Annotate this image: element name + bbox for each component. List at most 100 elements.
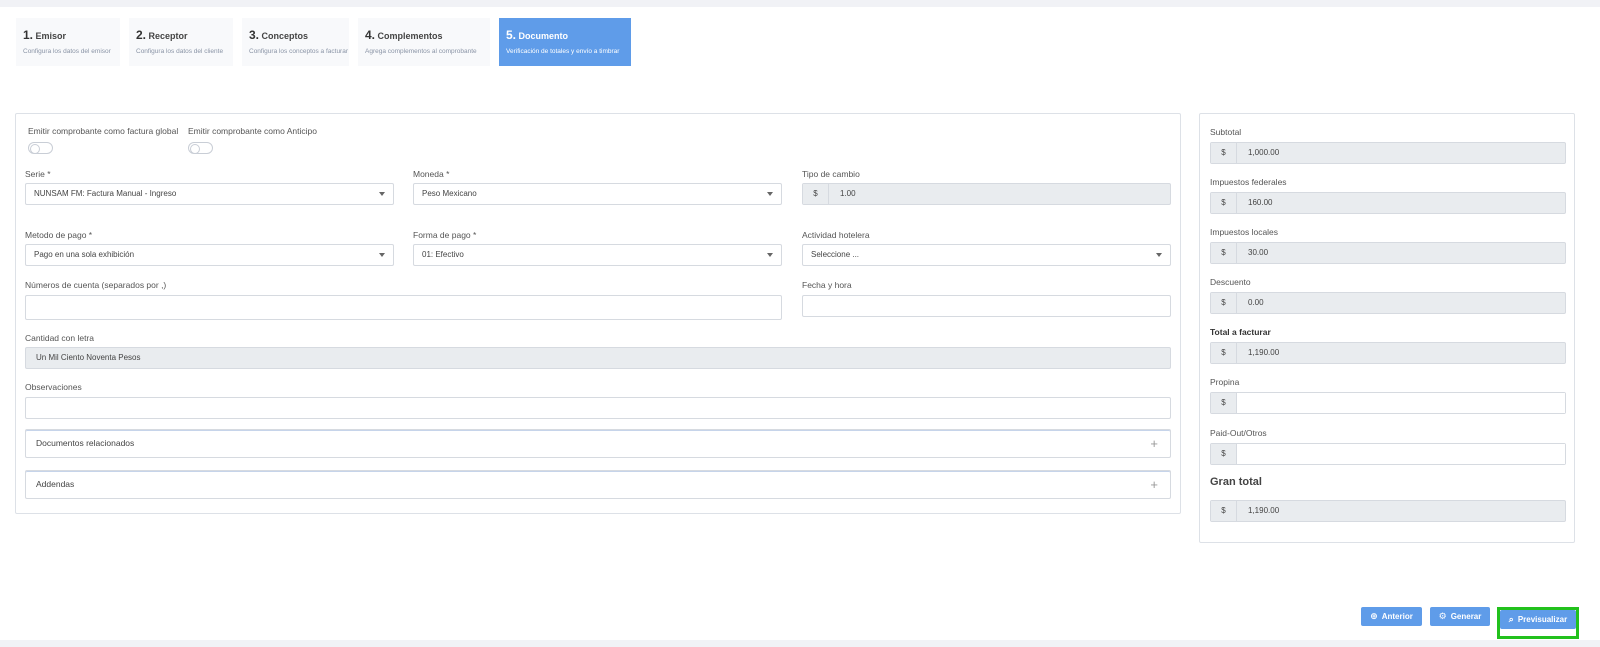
currency-symbol: $ (1211, 393, 1237, 413)
anterior-button[interactable]: ⊕ Anterior (1361, 607, 1422, 626)
toggle-global-switch[interactable] (28, 142, 53, 154)
step-subtitle: Verificación de totales y envío a timbra… (506, 48, 620, 55)
paid-out-value[interactable] (1237, 444, 1565, 464)
button-label: Anterior (1381, 612, 1413, 621)
documentos-relacionados-accordion[interactable]: Documentos relacionados + (25, 429, 1171, 458)
page: 1. Emisor Configura los datos del emisor… (0, 7, 1600, 640)
highlight-box (1497, 607, 1579, 639)
total-facturar-label: Total a facturar (1210, 327, 1271, 337)
chevron-down-icon (1156, 253, 1162, 257)
forma-label: Forma de pago * (413, 230, 477, 240)
metodo-value: Pago en una sola exhibición (34, 250, 135, 259)
arrow-left-circle-icon: ⊕ (1370, 611, 1378, 621)
forma-select[interactable]: 01: Efectivo (413, 244, 782, 266)
currency-symbol: $ (1211, 143, 1237, 163)
step-subtitle: Configura los datos del cliente (136, 48, 224, 55)
cuentas-input[interactable] (25, 295, 782, 320)
paid-out-input[interactable]: $ (1210, 443, 1566, 465)
toggle-anticipo-label: Emitir comprobante como Anticipo (188, 126, 317, 136)
fecha-input[interactable] (802, 295, 1171, 317)
chevron-down-icon (767, 192, 773, 196)
impuestos-locales-value: 30.00 (1248, 248, 1269, 257)
serie-label: Serie * (25, 169, 51, 179)
metodo-label: Metodo de pago * (25, 230, 93, 240)
accordion-label: Addendas (36, 479, 75, 489)
step-receptor[interactable]: 2. Receptor Configura los datos del clie… (129, 18, 233, 66)
gear-icon: ⚙ (1438, 611, 1447, 621)
moneda-label: Moneda * (413, 169, 450, 179)
cantidad-label: Cantidad con letra (25, 333, 94, 343)
subtotal-value: 1,000.00 (1248, 148, 1280, 157)
impuestos-locales-input: $30.00 (1210, 242, 1566, 264)
moneda-select[interactable]: Peso Mexicano (413, 183, 782, 205)
generar-button[interactable]: ⚙ Generar (1430, 607, 1490, 626)
addendas-accordion[interactable]: Addendas + (25, 470, 1171, 499)
paid-out-label: Paid-Out/Otros (1210, 428, 1267, 438)
step-name: Documento (518, 31, 569, 41)
subtotal-input: $1,000.00 (1210, 142, 1566, 164)
step-subtitle: Agrega complementos al comprobante (365, 48, 477, 55)
step-name: Emisor (35, 31, 67, 41)
step-name: Conceptos (261, 31, 309, 41)
propina-label: Propina (1210, 377, 1240, 387)
chevron-down-icon (379, 192, 385, 196)
currency-symbol: $ (1211, 243, 1237, 263)
step-complementos[interactable]: 4. Complementos Agrega complementos al c… (358, 18, 490, 66)
moneda-value: Peso Mexicano (422, 189, 477, 198)
descuento-input: $0.00 (1210, 292, 1566, 314)
step-number: 1. (23, 28, 34, 42)
currency-symbol: $ (1211, 193, 1237, 213)
step-conceptos[interactable]: 3. Conceptos Configura los conceptos a f… (242, 18, 349, 66)
tipo-cambio-input: $1.00 (802, 183, 1171, 205)
actividad-select[interactable]: Seleccione ... (802, 244, 1171, 266)
observaciones-label: Observaciones (25, 382, 82, 392)
currency-symbol: $ (1211, 293, 1237, 313)
step-emisor[interactable]: 1. Emisor Configura los datos del emisor (16, 18, 120, 66)
gran-total-input: $1,190.00 (1210, 500, 1566, 522)
chevron-down-icon (379, 253, 385, 257)
impuestos-federales-label: Impuestos federales (1210, 177, 1287, 187)
observaciones-input[interactable] (25, 397, 1171, 419)
descuento-value: 0.00 (1248, 298, 1264, 307)
propina-input[interactable]: $ (1210, 392, 1566, 414)
subtotal-label: Subtotal (1210, 127, 1242, 137)
step-documento[interactable]: 5. Documento Verificación de totales y e… (499, 18, 631, 66)
step-name: Complementos (377, 31, 443, 41)
descuento-label: Descuento (1210, 277, 1251, 287)
currency-symbol: $ (803, 184, 829, 204)
total-facturar-input: $1,190.00 (1210, 342, 1566, 364)
step-number: 5. (506, 28, 517, 42)
toggle-anticipo-switch[interactable] (188, 142, 213, 154)
step-subtitle: Configura los conceptos a facturar (249, 48, 348, 55)
button-label: Generar (1450, 612, 1482, 621)
step-name: Receptor (148, 31, 188, 41)
forma-value: 01: Efectivo (422, 250, 464, 259)
impuestos-federales-input: $160.00 (1210, 192, 1566, 214)
accordion-label: Documentos relacionados (36, 438, 135, 448)
gran-total-value: 1,190.00 (1248, 506, 1280, 515)
serie-select[interactable]: NUNSAM FM: Factura Manual - Ingreso (25, 183, 394, 205)
currency-symbol: $ (1211, 444, 1237, 464)
toggle-global-label: Emitir comprobante como factura global (28, 126, 179, 136)
step-number: 2. (136, 28, 147, 42)
cuentas-label: Números de cuenta (separados por ,) (25, 280, 167, 290)
serie-value: NUNSAM FM: Factura Manual - Ingreso (34, 189, 177, 198)
plus-icon: + (1150, 477, 1158, 492)
impuestos-locales-label: Impuestos locales (1210, 227, 1279, 237)
actividad-value: Seleccione ... (811, 250, 860, 259)
plus-icon: + (1150, 436, 1158, 451)
currency-symbol: $ (1211, 343, 1237, 363)
tipo-cambio-label: Tipo de cambio (802, 169, 860, 179)
totals-card: Subtotal $1,000.00 Impuestos federales $… (1199, 113, 1575, 543)
propina-value[interactable] (1237, 393, 1565, 413)
step-number: 4. (365, 28, 376, 42)
currency-symbol: $ (1211, 501, 1237, 521)
actividad-label: Actividad hotelera (802, 230, 870, 240)
impuestos-federales-value: 160.00 (1248, 198, 1273, 207)
metodo-select[interactable]: Pago en una sola exhibición (25, 244, 394, 266)
fecha-label: Fecha y hora (802, 280, 852, 290)
gran-total-label: Gran total (1210, 476, 1262, 488)
tipo-cambio-value: 1.00 (840, 189, 856, 198)
chevron-down-icon (767, 253, 773, 257)
total-facturar-value: 1,190.00 (1248, 348, 1280, 357)
